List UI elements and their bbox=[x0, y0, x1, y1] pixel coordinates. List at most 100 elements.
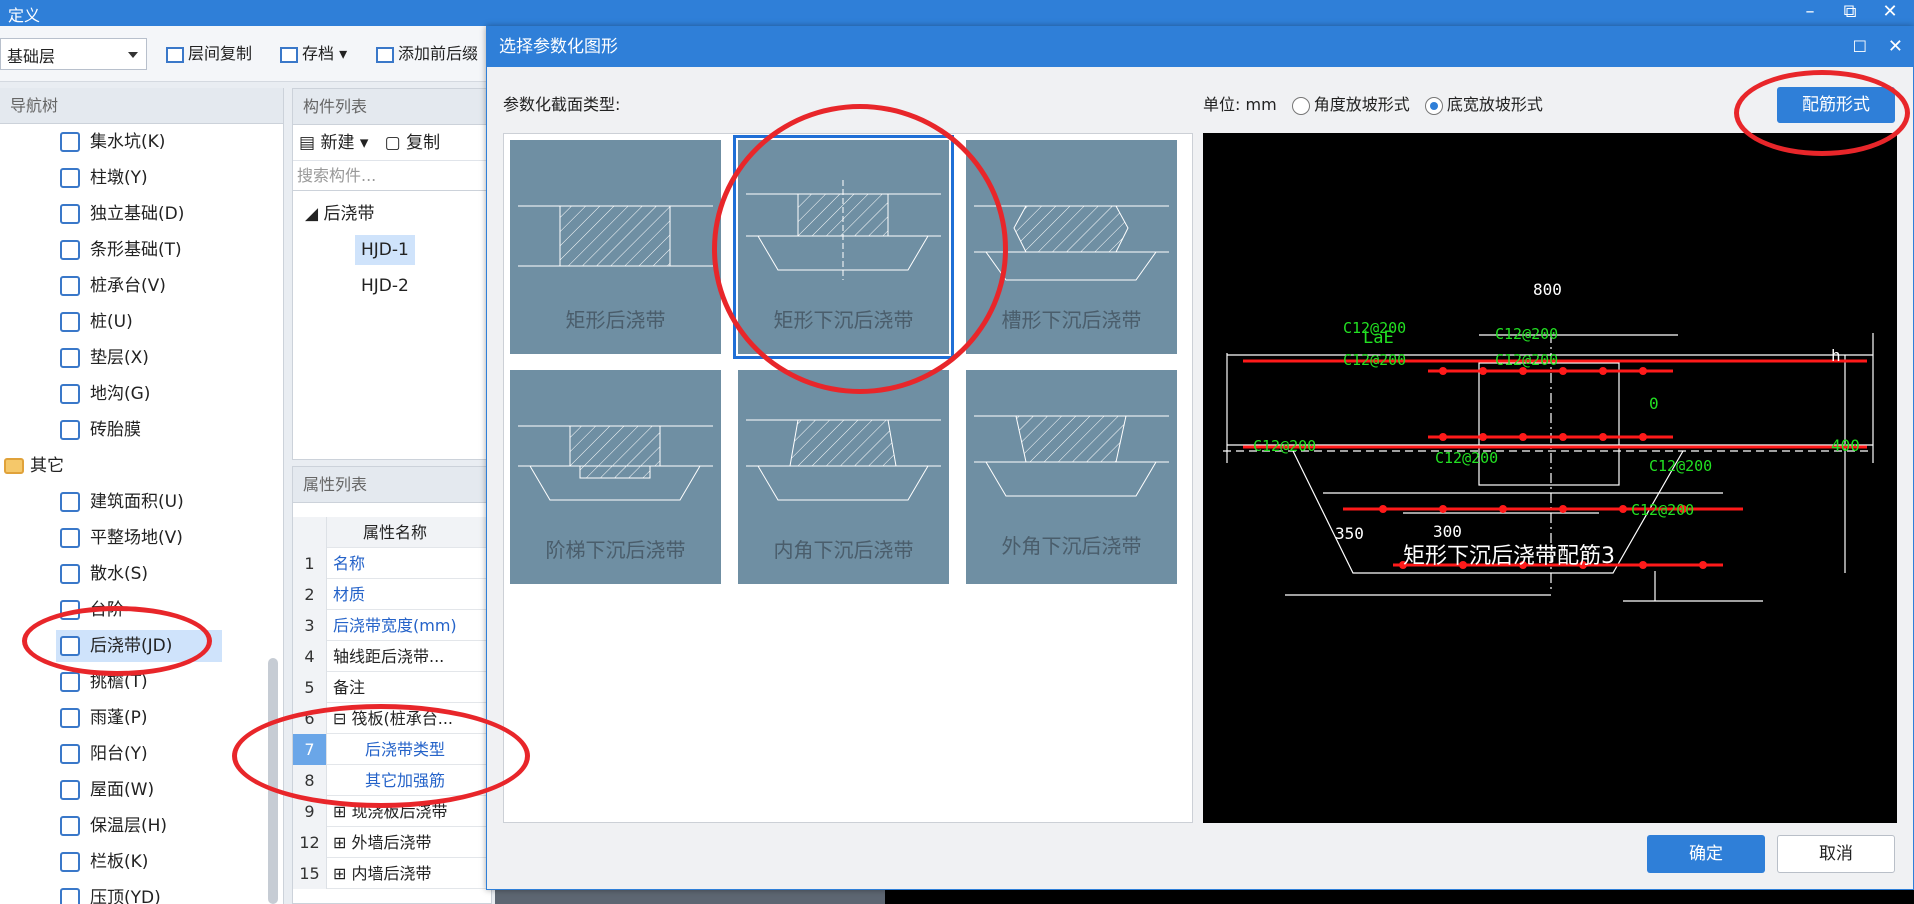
nav-item-balcony[interactable]: 阳台(Y) bbox=[60, 738, 148, 770]
dim-0-label: 0 bbox=[1649, 394, 1659, 413]
floor-select[interactable]: 基础层 bbox=[0, 38, 147, 70]
floor-select-value: 基础层 bbox=[7, 47, 56, 66]
save-button[interactable]: 存档 ▾ bbox=[280, 42, 347, 66]
rebar-label: C12@200 bbox=[1631, 501, 1694, 519]
component-list-title: 构件列表 bbox=[293, 89, 491, 125]
radio-angle-slope[interactable] bbox=[1291, 96, 1310, 115]
nav-item-sump[interactable]: 集水坑(K) bbox=[60, 126, 165, 158]
shape-label: 外角下沉后浇带 bbox=[1001, 534, 1142, 558]
restore-button[interactable]: ⧉ bbox=[1830, 0, 1870, 26]
nav-item-coping[interactable]: 压顶(YD) bbox=[60, 882, 161, 904]
component-item-hjd-1[interactable]: HJD-1 bbox=[355, 235, 415, 265]
row-number: 15 bbox=[293, 858, 327, 889]
nav-item-pile[interactable]: 桩(U) bbox=[60, 306, 133, 338]
nav-item-pile-cap[interactable]: 桩承台(V) bbox=[60, 270, 166, 302]
folder-icon bbox=[4, 458, 24, 474]
property-row[interactable]: 3 后浇带宽度(mm) bbox=[293, 610, 491, 641]
nav-item-label: 集水坑(K) bbox=[90, 132, 166, 152]
shape-option-rect[interactable]: 矩形后浇带 bbox=[510, 140, 721, 354]
nav-item-canopy[interactable]: 雨蓬(P) bbox=[60, 702, 148, 734]
rebar-preview: LaE C12@200 C12@200 C12@200 C12@200 C12@… bbox=[1203, 133, 1897, 823]
nav-title: 导航树 bbox=[0, 88, 283, 124]
property-row[interactable]: 4 轴线距后浇带... bbox=[293, 641, 491, 672]
nav-item-site-leveling[interactable]: 平整场地(V) bbox=[60, 522, 183, 554]
radio-width-slope[interactable] bbox=[1424, 96, 1443, 115]
floor-area-icon bbox=[60, 492, 80, 512]
dim-350-label: 350 bbox=[1335, 524, 1364, 543]
nav-item-label: 砖胎膜 bbox=[90, 420, 141, 440]
copy-label: 复制 bbox=[406, 133, 441, 153]
property-name: 备注 bbox=[333, 678, 366, 697]
nav-item-isolated-footing[interactable]: 独立基础(D) bbox=[60, 198, 184, 230]
property-row[interactable]: 15 ⊞ 内墙后浇带 bbox=[293, 858, 491, 889]
nav-item-floor-area[interactable]: 建筑面积(U) bbox=[60, 486, 184, 518]
property-row[interactable]: 2 材质 bbox=[293, 579, 491, 610]
nav-group-other[interactable]: 其它 bbox=[4, 450, 64, 482]
insulation-icon bbox=[60, 816, 80, 836]
unit-row: 单位: mm 角度放坡形式 底宽放坡形式 bbox=[1203, 91, 1543, 115]
nav-item-label: 阳台(Y) bbox=[90, 744, 148, 764]
nav-item-cushion[interactable]: 垫层(X) bbox=[60, 342, 149, 374]
rebar-label: C12@200 bbox=[1649, 457, 1712, 475]
shape-option-inner-corner-sunken[interactable]: 内角下沉后浇带 bbox=[738, 370, 949, 584]
isolated-footing-icon bbox=[60, 204, 80, 224]
component-item-hjd-2[interactable]: HJD-2 bbox=[361, 271, 409, 301]
annotation-ring-rebar-button bbox=[1734, 70, 1910, 156]
shape-option-step-sunken[interactable]: 阶梯下沉后浇带 bbox=[510, 370, 721, 584]
property-name-text: 内墙后浇带 bbox=[351, 864, 432, 883]
copy-icon bbox=[166, 46, 184, 63]
pile-cap-icon bbox=[60, 276, 80, 296]
nav-item-label: 垫层(X) bbox=[90, 348, 149, 368]
nav-item-trench[interactable]: 地沟(G) bbox=[60, 378, 150, 410]
nav-item-brick-form[interactable]: 砖胎膜 bbox=[60, 414, 141, 446]
nav-item-insulation[interactable]: 保温层(H) bbox=[60, 810, 167, 842]
property-row[interactable]: 12 ⊞ 外墙后浇带 bbox=[293, 827, 491, 858]
rebar-label: C12@200 bbox=[1343, 351, 1406, 369]
nav-item-roof[interactable]: 屋面(W) bbox=[60, 774, 154, 806]
sump-icon bbox=[60, 132, 80, 152]
property-header-name: 属性名称 bbox=[363, 523, 428, 542]
strip-footing-icon bbox=[60, 240, 80, 260]
new-button[interactable]: ▤ 新建 ▾ bbox=[299, 133, 368, 153]
row-number: 2 bbox=[293, 579, 327, 610]
row-number: 1 bbox=[293, 548, 327, 579]
property-list-panel: 属性列表 属性名称 1 名称 2 材质 3 后浇带宽度(mm) 4 轴线距后浇带... … bbox=[292, 466, 492, 904]
dialog-close-button[interactable]: ✕ bbox=[1888, 27, 1903, 67]
nav-item-label: 建筑面积(U) bbox=[90, 492, 184, 512]
ok-button[interactable]: 确定 bbox=[1647, 835, 1765, 873]
pile-icon bbox=[60, 312, 80, 332]
copy-between-floors-label: 层间复制 bbox=[188, 44, 253, 63]
property-name: 后浇带宽度(mm) bbox=[333, 616, 457, 635]
preview-caption: 矩形下沉后浇带配筋3 bbox=[1403, 544, 1615, 569]
brick-form-icon bbox=[60, 420, 80, 440]
add-prefix-suffix-label: 添加前后缀 bbox=[398, 44, 479, 63]
canopy-icon bbox=[60, 708, 80, 728]
prefix-icon bbox=[376, 46, 394, 63]
copy-component-button[interactable]: ▢ 复制 bbox=[385, 133, 440, 153]
nav-item-column-pier[interactable]: 柱墩(Y) bbox=[60, 162, 148, 194]
outer-title-bar: 定义 – ⧉ ✕ bbox=[0, 0, 1914, 26]
nav-item-label: 桩(U) bbox=[90, 312, 133, 332]
component-search-input[interactable]: 搜索构件... bbox=[293, 161, 491, 191]
nav-item-strip-footing[interactable]: 条形基础(T) bbox=[60, 234, 182, 266]
shape-label: 槽形下沉后浇带 bbox=[1001, 308, 1142, 332]
close-button[interactable]: ✕ bbox=[1870, 0, 1910, 26]
dim-800-label: 800 bbox=[1533, 280, 1562, 299]
nav-item-label: 散水(S) bbox=[90, 564, 149, 584]
shape-option-outer-corner-sunken[interactable]: 外角下沉后浇带 bbox=[966, 370, 1177, 584]
save-icon bbox=[280, 46, 298, 63]
nav-item-label: 保温层(H) bbox=[90, 816, 168, 836]
cancel-button[interactable]: 取消 bbox=[1777, 835, 1895, 873]
property-name: ⊞ 外墙后浇带 bbox=[333, 833, 432, 852]
add-prefix-suffix-button[interactable]: 添加前后缀 bbox=[376, 42, 478, 66]
component-group[interactable]: ◢ 后浇带 bbox=[305, 199, 374, 229]
minimize-button[interactable]: – bbox=[1790, 0, 1830, 26]
copy-between-floors-button[interactable]: 层间复制 bbox=[166, 42, 252, 66]
nav-item-parapet[interactable]: 栏板(K) bbox=[60, 846, 148, 878]
dialog-maximize-button[interactable]: ☐ bbox=[1853, 27, 1867, 67]
property-row[interactable]: 1 名称 bbox=[293, 548, 491, 579]
radio-width-label: 底宽放坡形式 bbox=[1446, 95, 1543, 114]
window-title: 定义 bbox=[8, 6, 41, 25]
nav-item-apron[interactable]: 散水(S) bbox=[60, 558, 148, 590]
property-row[interactable]: 5 备注 bbox=[293, 672, 491, 703]
